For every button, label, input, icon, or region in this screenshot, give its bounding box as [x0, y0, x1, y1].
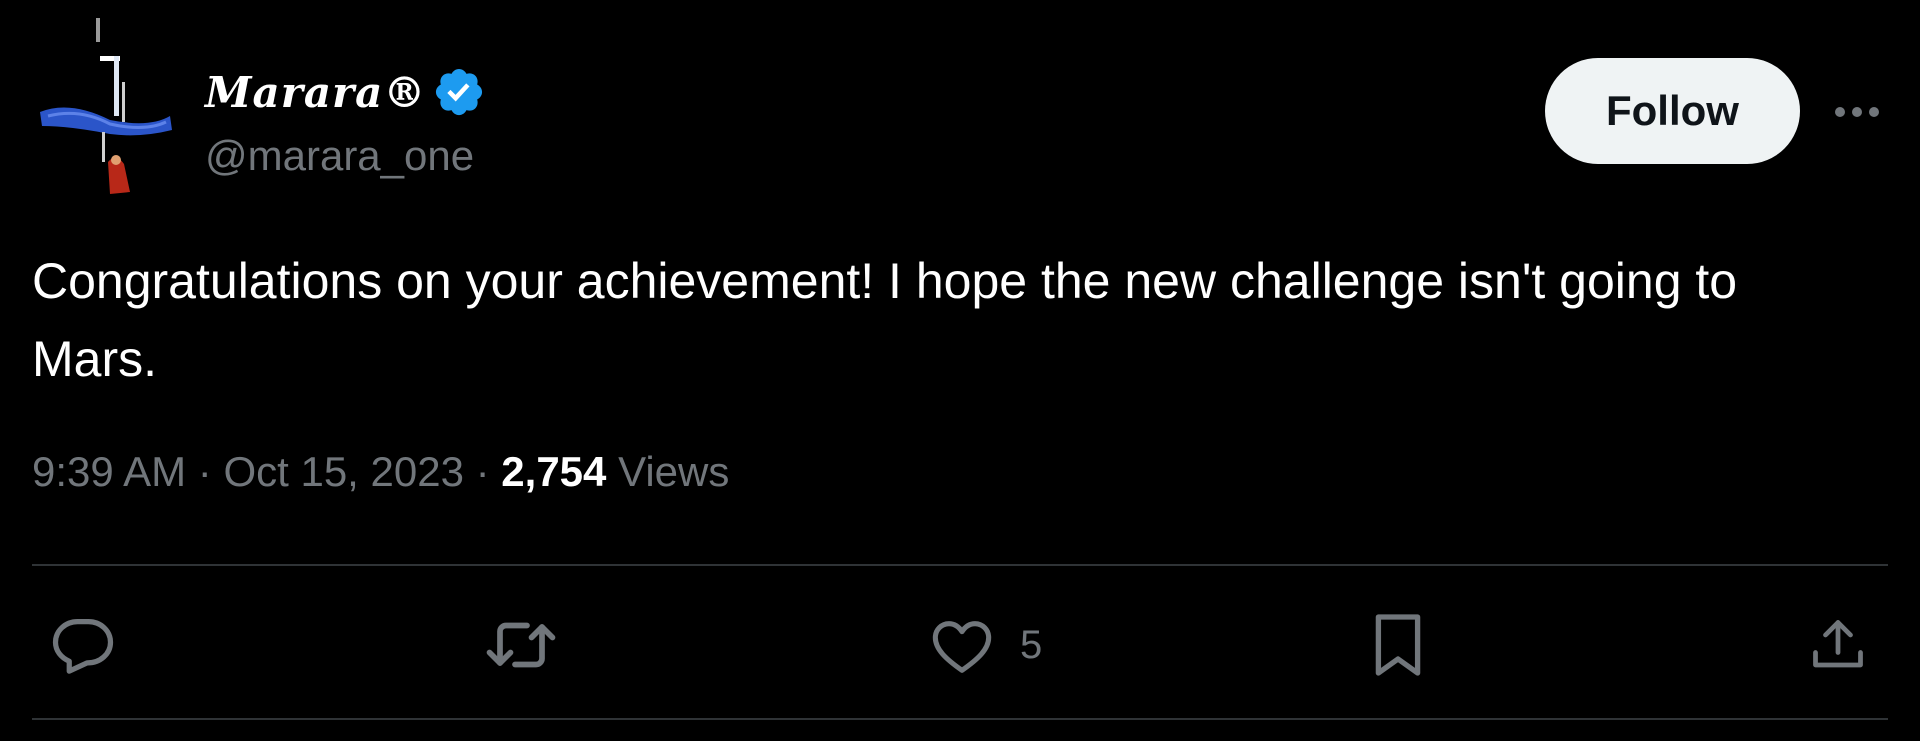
more-dots-icon [1835, 107, 1879, 117]
tweet-text: Congratulations on your achievement! I h… [32, 253, 1738, 387]
tweet-date[interactable]: Oct 15, 2023 [223, 448, 464, 495]
bookmark-icon [1375, 614, 1421, 676]
name-row: Marara® [205, 62, 486, 122]
meta-separator: · [197, 448, 212, 495]
like-count: 5 [1020, 622, 1043, 667]
retweet-icon [486, 622, 556, 668]
divider [32, 564, 1888, 566]
tweet-meta: 9:39 AM · Oct 15, 2023 · 2,754 Views [32, 448, 729, 496]
avatar[interactable] [30, 12, 175, 197]
verified-badge-icon [436, 68, 483, 116]
avatar-image [40, 18, 172, 194]
user-handle[interactable]: @marara_one [205, 132, 474, 180]
retweet-button[interactable] [485, 610, 557, 680]
bookmark-button[interactable] [1370, 610, 1426, 680]
display-name[interactable]: Marara® [205, 68, 426, 117]
meta-separator: · [475, 448, 490, 495]
like-button[interactable]: 5 [930, 610, 1042, 680]
share-button[interactable] [1808, 610, 1868, 680]
heart-icon [932, 621, 992, 673]
follow-button[interactable]: Follow [1545, 58, 1800, 164]
reply-icon [52, 619, 114, 674]
divider [32, 718, 1888, 720]
reply-button[interactable] [50, 610, 116, 680]
share-icon [1813, 620, 1863, 668]
views-label: Views [618, 448, 730, 495]
tweet-time[interactable]: 9:39 AM [32, 448, 186, 495]
more-options-button[interactable] [1830, 90, 1884, 134]
views-count: 2,754 [501, 448, 607, 495]
